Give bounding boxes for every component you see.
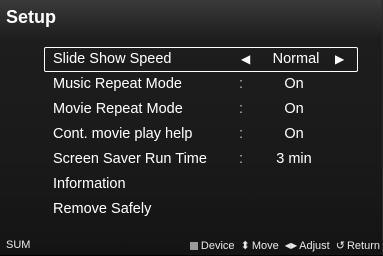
menu-item-label: Remove Safely <box>53 201 152 217</box>
up-down-icon: ⬍ <box>240 240 250 252</box>
right-arrow-icon[interactable]: ▶ <box>335 48 344 71</box>
device-square-icon <box>189 242 198 250</box>
hint-device: Device <box>189 237 235 256</box>
hint-return-label: Return <box>346 240 380 252</box>
hint-adjust: ◀▶ Adjust <box>285 236 330 256</box>
menu-item-cont-movie-play-help[interactable]: Cont. movie play help : On <box>44 122 358 147</box>
menu-item-value: Normal <box>272 51 320 67</box>
hint-return: ↺ Return <box>336 237 380 256</box>
setup-panel: Setup Slide Show Speed ◀ Normal ▶ Music … <box>0 0 383 255</box>
menu-item-value: On <box>284 126 304 142</box>
menu-item-slide-show-speed[interactable]: Slide Show Speed ◀ Normal ▶ <box>44 47 358 72</box>
menu-item-value: On <box>284 101 304 117</box>
key-hints: Device ⬍ Move ◀▶ Adjust ↺ Return <box>187 236 380 256</box>
footer-bar: SUM Device ⬍ Move ◀▶ Adjust ↺ Return <box>0 236 383 255</box>
menu-item-label: Screen Saver Run Time <box>53 151 207 167</box>
hint-device-label: Device <box>200 240 235 252</box>
menu-item-information[interactable]: Information <box>44 172 358 197</box>
menu-item-screen-saver-run-time[interactable]: Screen Saver Run Time : 3 min <box>44 147 358 172</box>
hint-move-label: Move <box>251 240 279 252</box>
separator: : <box>239 151 244 167</box>
menu-item-label: Music Repeat Mode <box>53 76 182 92</box>
menu-item-movie-repeat-mode[interactable]: Movie Repeat Mode : On <box>44 97 358 122</box>
separator: : <box>239 126 244 142</box>
return-icon: ↺ <box>335 240 345 252</box>
hint-move: ⬍ Move <box>241 237 279 256</box>
menu-item-value: 3 min <box>276 151 312 167</box>
sum-label: SUM <box>6 239 31 251</box>
left-right-icon: ◀▶ <box>284 241 298 250</box>
menu-item-label: Slide Show Speed <box>53 51 172 67</box>
menu-item-label: Movie Repeat Mode <box>53 101 183 117</box>
menu-item-music-repeat-mode[interactable]: Music Repeat Mode : On <box>44 72 358 97</box>
left-arrow-icon[interactable]: ◀ <box>241 48 250 71</box>
menu-item-label: Cont. movie play help <box>53 126 193 142</box>
menu-item-value: On <box>284 76 304 92</box>
setup-menu: Slide Show Speed ◀ Normal ▶ Music Repeat… <box>44 47 358 222</box>
hint-adjust-label: Adjust <box>299 240 330 252</box>
menu-item-label: Information <box>53 176 126 192</box>
separator: : <box>239 101 244 117</box>
separator: : <box>239 76 244 92</box>
menu-item-remove-safely[interactable]: Remove Safely <box>44 197 358 222</box>
page-title: Setup <box>6 7 57 27</box>
